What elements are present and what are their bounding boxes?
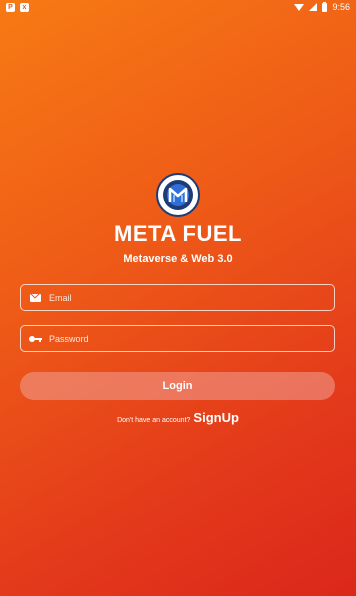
app-subtitle: Metaverse & Web 3.0 [123,253,233,265]
status-time: 9:56 [332,2,350,12]
signup-prompt: Don't have an account? [117,417,191,424]
app-title: META FUEL [114,221,242,246]
mail-icon [29,293,42,302]
key-icon [29,335,42,342]
password-field[interactable] [20,325,335,352]
battery-icon [322,1,328,12]
notification-icon: P [6,2,15,12]
email-input[interactable] [49,292,334,303]
signup-link[interactable]: SignUp [193,410,239,425]
wifi-icon [294,3,305,11]
meta-fuel-logo [156,173,200,217]
status-right-icons: 9:56 [294,1,350,12]
status-bar: P x 9:56 [0,0,356,14]
status-left-icons: P x [6,2,29,12]
signup-row: Don't have an account? SignUp [0,410,356,425]
login-button[interactable]: Login [20,372,335,400]
alert-icon: x [20,2,29,12]
password-input[interactable] [49,333,334,344]
email-field[interactable] [20,284,335,311]
logo-emblem-icon [163,180,193,210]
signal-icon [309,3,318,11]
